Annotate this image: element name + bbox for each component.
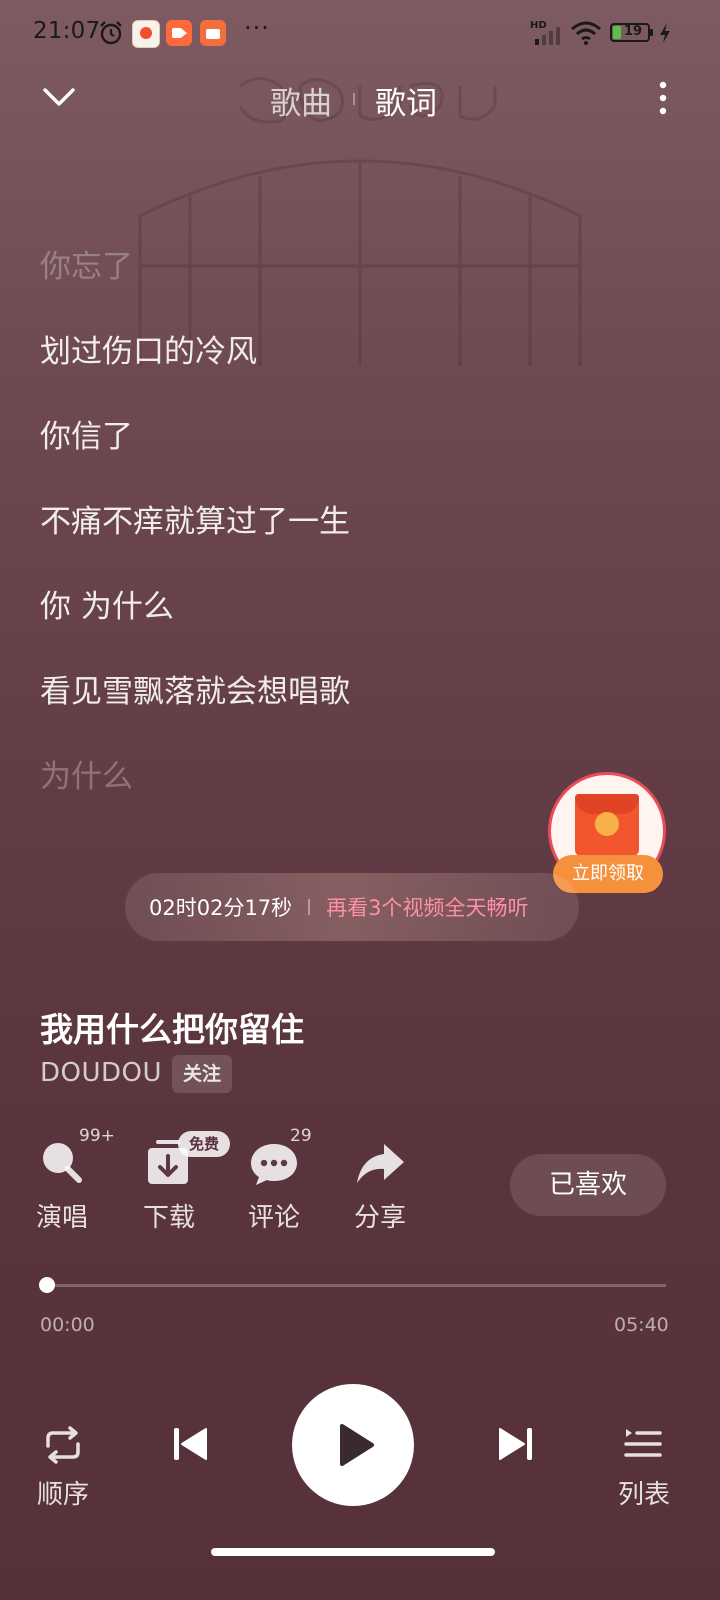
download-button[interactable]: 下载 xyxy=(129,1197,209,1234)
lyric-line[interactable]: 你忘了 xyxy=(40,241,133,286)
comment-button[interactable]: 评论 xyxy=(234,1197,314,1234)
more-vertical-icon[interactable] xyxy=(656,80,670,116)
play-icon xyxy=(340,1424,374,1466)
sing-button[interactable]: 演唱 xyxy=(22,1197,102,1234)
playlist-button[interactable]: 列表 xyxy=(604,1474,684,1511)
progress-track[interactable] xyxy=(46,1284,666,1287)
charging-icon xyxy=(660,23,670,43)
alarm-icon xyxy=(100,21,122,45)
share-icon[interactable] xyxy=(352,1138,408,1188)
tab-lyrics[interactable]: 歌词 xyxy=(375,78,437,123)
battery-level: 19 xyxy=(624,24,643,39)
free-download-badge: 免费 xyxy=(178,1131,230,1157)
current-time: 00:00 xyxy=(40,1314,95,1336)
timer-divider xyxy=(308,899,311,915)
follow-button[interactable]: 关注 xyxy=(172,1055,232,1093)
more-notifications-indicator: ··· xyxy=(244,14,270,42)
app-icon-orange xyxy=(132,20,160,48)
signal-icon xyxy=(535,27,560,45)
lyric-line[interactable]: 为什么 xyxy=(40,751,133,796)
playlist-icon[interactable] xyxy=(622,1426,664,1462)
red-envelope-icon xyxy=(575,794,639,856)
wifi-icon xyxy=(571,21,601,45)
listening-timer-banner[interactable]: 02时02分17秒 再看3个视频全天畅听 xyxy=(125,873,579,941)
lyric-line[interactable]: 你 为什么 xyxy=(40,581,174,626)
lyric-line[interactable]: 看见雪飘落就会想唱歌 xyxy=(40,666,350,711)
sing-count-badge: 99+ xyxy=(79,1126,115,1146)
previous-icon[interactable] xyxy=(170,1424,210,1464)
lyric-line[interactable]: 划过伤口的冷风 xyxy=(40,326,257,371)
video-app-icon xyxy=(166,20,192,46)
song-title: 我用什么把你留住 xyxy=(40,1010,304,1049)
liked-button[interactable]: 已喜欢 xyxy=(510,1154,666,1216)
total-time: 05:40 xyxy=(614,1314,669,1336)
artist-name[interactable]: DOUDOU xyxy=(40,1058,162,1088)
share-button[interactable]: 分享 xyxy=(340,1197,420,1234)
lyric-line[interactable]: 不痛不痒就算过了一生 xyxy=(40,496,350,541)
repeat-icon[interactable] xyxy=(42,1424,84,1466)
tab-divider xyxy=(353,93,355,105)
tab-song[interactable]: 歌曲 xyxy=(270,78,332,123)
watch-video-promo[interactable]: 再看3个视频全天畅听 xyxy=(326,892,528,922)
status-bar: 21:07 ··· HD 19 xyxy=(0,0,720,66)
comment-count-badge: 29 xyxy=(290,1126,312,1146)
timer-countdown: 02时02分17秒 xyxy=(149,896,293,920)
shopping-app-icon xyxy=(200,20,226,46)
home-indicator[interactable] xyxy=(211,1548,495,1556)
lyric-line[interactable]: 你信了 xyxy=(40,411,133,456)
status-time: 21:07 xyxy=(33,18,101,44)
play-order-button[interactable]: 顺序 xyxy=(23,1474,103,1511)
next-icon[interactable] xyxy=(496,1424,536,1464)
progress-thumb[interactable] xyxy=(39,1277,55,1293)
album-art-background xyxy=(138,77,582,366)
play-button[interactable] xyxy=(292,1384,414,1506)
battery-icon: 19 xyxy=(610,23,650,42)
chevron-down-icon[interactable] xyxy=(42,86,76,108)
